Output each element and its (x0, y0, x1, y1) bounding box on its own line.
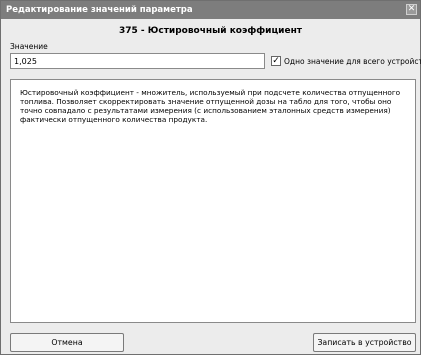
write-to-device-button[interactable]: Записать в устройство (313, 333, 416, 352)
single-value-checkbox-label: Одно значение для всего устройства (284, 56, 421, 66)
close-icon[interactable]: ✕ (406, 4, 417, 15)
value-label: Значение (10, 42, 48, 51)
description-text: Юстировочный коэффициент - множитель, ис… (20, 88, 401, 124)
single-value-option[interactable]: ✓ Одно значение для всего устройства (271, 56, 421, 66)
value-input[interactable] (10, 53, 265, 69)
titlebar: Редактирование значений параметра ✕ (1, 1, 420, 19)
parameter-title: 375 - Юстировочный коэффициент (119, 26, 302, 36)
cancel-button[interactable]: Отмена (10, 333, 124, 352)
description-box: Юстировочный коэффициент - множитель, ис… (10, 79, 416, 323)
dialog-window: Редактирование значений параметра ✕ 375 … (0, 0, 421, 355)
window-title: Редактирование значений параметра (6, 5, 193, 15)
single-value-checkbox[interactable]: ✓ (271, 56, 281, 66)
